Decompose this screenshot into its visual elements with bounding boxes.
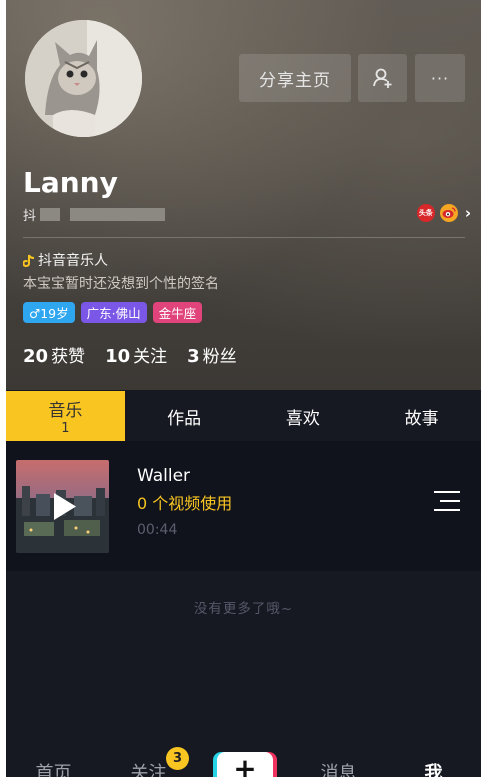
nav-messages[interactable]: 消息 [291,745,386,777]
track-title: Waller [137,466,191,486]
tab-music[interactable]: 音乐 1 [6,391,125,441]
zodiac-tag: 金牛座 [152,302,203,323]
following-stat[interactable]: 10 关注 [105,342,167,367]
nav-me[interactable]: 我 [386,745,481,777]
tab-works[interactable]: 作品 [125,391,244,441]
bio-signature: 本宝宝暂时还没想到个性的签名 [23,276,219,292]
chevron-right-icon: › [464,204,471,222]
likes-label: 获赞 [51,347,86,367]
tab-music-count: 1 [61,421,70,436]
profile-tabs: 音乐 1 作品 喜欢 故事 [6,391,481,441]
avatar[interactable] [25,20,142,137]
profile-stats: 20 获赞 10 关注 3 粉丝 [23,342,237,367]
douyin-id: 抖 [23,205,166,224]
followers-label: 粉丝 [202,347,237,367]
weibo-icon [439,204,458,222]
location-tag: 广东·佛山 [80,302,147,323]
follow-badge: 3 [166,747,189,770]
musician-label: 抖音音乐人 [38,253,108,269]
profile-screen: 分享主页 ··· Lanny 抖 头条 › 抖音音乐人 本宝宝暂时还没想到个性的… [6,0,481,777]
music-list-item[interactable] [6,441,481,571]
no-more-text: 没有更多了哦~ [193,601,294,617]
douyin-id-prefix: 抖 [23,209,37,224]
followers-count: 3 [187,346,200,367]
toutiao-icon: 头条 [416,204,435,222]
track-duration: 00:44 [137,522,178,538]
more-button[interactable]: ··· [415,54,465,102]
track-cover[interactable] [16,460,109,553]
divider [23,237,465,238]
linked-accounts[interactable]: 头条 › [416,204,471,222]
age-tag: ♂19岁 [23,302,75,323]
musician-badge[interactable]: 抖音音乐人 [23,250,108,270]
share-profile-button[interactable]: 分享主页 [239,54,351,102]
cat-avatar-image [25,20,142,137]
tab-likes[interactable]: 喜欢 [244,391,363,441]
add-friend-button[interactable] [358,54,407,102]
likes-count: 20 [23,346,49,367]
city-cover-image [16,460,109,553]
following-label: 关注 [133,347,168,367]
id-redaction [40,208,61,221]
followers-stat[interactable]: 3 粉丝 [187,342,237,367]
profile-name: Lanny [23,166,118,199]
nav-home[interactable]: 首页 [6,745,101,777]
douyin-note-icon [23,254,35,267]
create-plus-button[interactable]: + [217,752,273,777]
tab-story[interactable]: 故事 [362,391,481,441]
following-count: 10 [105,346,131,367]
menu-list-icon[interactable] [434,490,460,512]
tab-music-label: 音乐 [48,401,83,421]
track-usage: 0 个视频使用 [137,494,233,513]
profile-header: 分享主页 ··· Lanny 抖 头条 › 抖音音乐人 本宝宝暂时还没想到个性的… [6,0,481,390]
likes-stat[interactable]: 20 获赞 [23,342,85,367]
profile-tags: ♂19岁 广东·佛山 金牛座 [23,302,203,323]
id-redaction [70,208,166,221]
add-user-icon [372,68,391,88]
